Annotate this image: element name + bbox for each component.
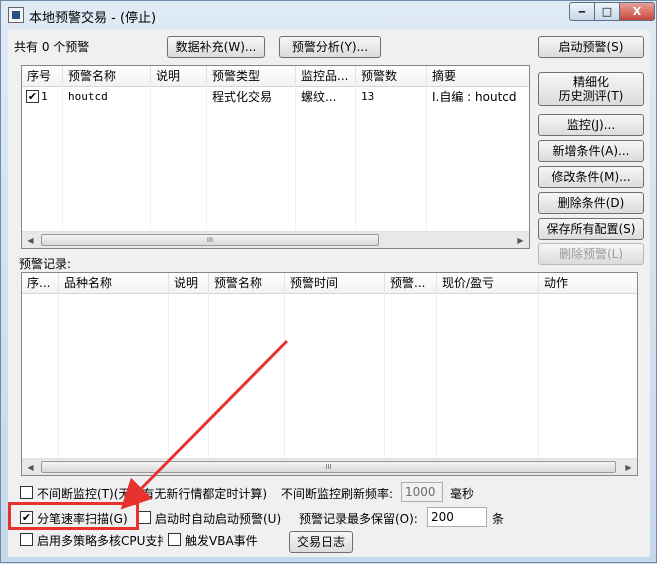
annotation-arrow-icon [120, 339, 289, 510]
alert-trading-window: 本地预警交易 - (停止) ‒ □ X 共有 0 个预警 数据补充(W)... … [0, 0, 657, 563]
